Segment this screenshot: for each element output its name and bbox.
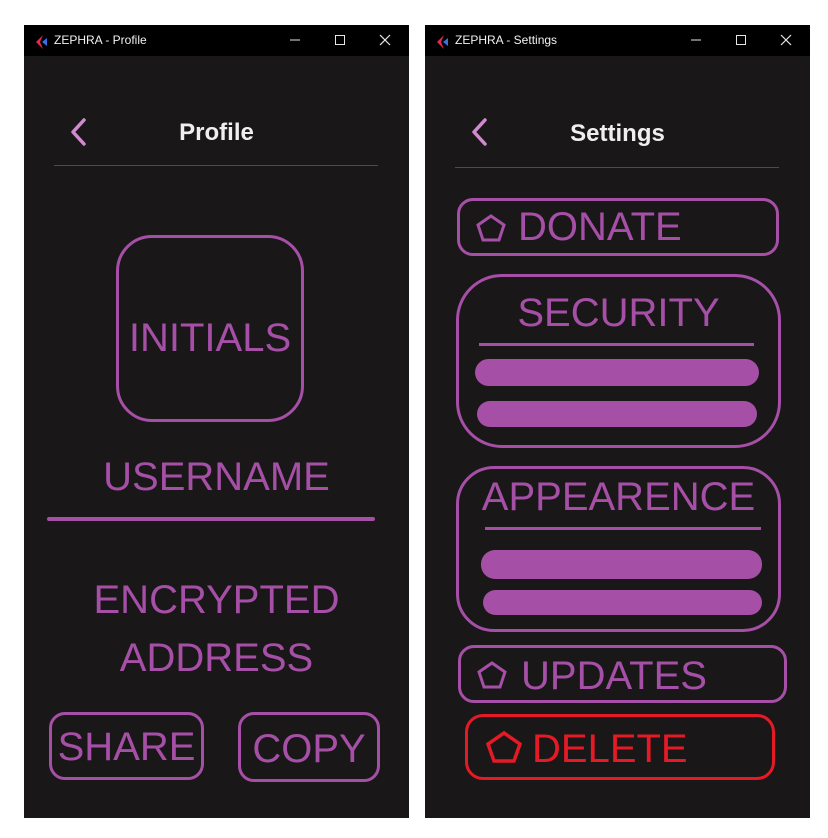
profile-window: ZEPHRA - Profile Profile INITIALS USERNA… xyxy=(24,25,409,818)
security-label: SECURITY xyxy=(517,291,720,335)
pentagon-icon xyxy=(474,212,508,248)
avatar-initials: INITIALS xyxy=(128,316,292,360)
close-icon[interactable] xyxy=(776,31,796,49)
page-title: Settings xyxy=(570,120,665,147)
avatar[interactable]: INITIALS xyxy=(116,235,304,422)
updates-button[interactable]: UPDATES xyxy=(458,645,787,703)
appearance-divider xyxy=(485,527,761,530)
header-divider xyxy=(455,167,779,168)
security-option-bar[interactable] xyxy=(477,401,757,427)
appearance-section[interactable]: APPEARENCE xyxy=(456,466,781,632)
header-divider xyxy=(54,165,378,166)
minimize-icon[interactable] xyxy=(285,31,305,49)
zephra-logo-icon xyxy=(34,34,48,49)
zephra-logo-icon xyxy=(435,34,449,49)
window-title: ZEPHRA - Profile xyxy=(54,33,147,47)
maximize-icon[interactable] xyxy=(731,31,751,49)
share-label: SHARE xyxy=(57,725,196,769)
username-underline xyxy=(47,517,375,521)
pentagon-icon xyxy=(484,729,524,769)
title-bar[interactable]: ZEPHRA - Profile xyxy=(24,25,409,56)
pentagon-icon xyxy=(475,659,509,695)
copy-label: COPY xyxy=(252,727,366,771)
minimize-icon[interactable] xyxy=(686,31,706,49)
updates-label: UPDATES xyxy=(521,654,707,698)
delete-label: DELETE xyxy=(532,727,688,771)
appearance-option-bar[interactable] xyxy=(483,590,762,615)
maximize-icon[interactable] xyxy=(330,31,350,49)
security-section[interactable]: SECURITY xyxy=(456,274,781,448)
address-line-1: ENCRYPTED xyxy=(93,578,340,622)
username-text: USERNAME xyxy=(103,455,330,499)
page-title: Profile xyxy=(179,119,254,146)
appearance-option-bar[interactable] xyxy=(481,550,762,579)
donate-button[interactable]: DONATE xyxy=(457,198,779,256)
security-divider xyxy=(479,343,754,346)
close-icon[interactable] xyxy=(375,31,395,49)
appearance-label: APPEARENCE xyxy=(481,475,756,519)
address-line-2: ADDRESS xyxy=(119,636,314,680)
delete-button[interactable]: DELETE xyxy=(465,714,775,780)
security-option-bar[interactable] xyxy=(475,359,759,386)
donate-label: DONATE xyxy=(518,205,682,249)
window-title: ZEPHRA - Settings xyxy=(455,33,558,47)
settings-window: ZEPHRA - Settings Settings DONATE SECURI… xyxy=(425,25,810,818)
copy-button[interactable]: COPY xyxy=(238,712,380,782)
title-bar[interactable]: ZEPHRA - Settings xyxy=(425,25,810,56)
share-button[interactable]: SHARE xyxy=(49,712,204,780)
